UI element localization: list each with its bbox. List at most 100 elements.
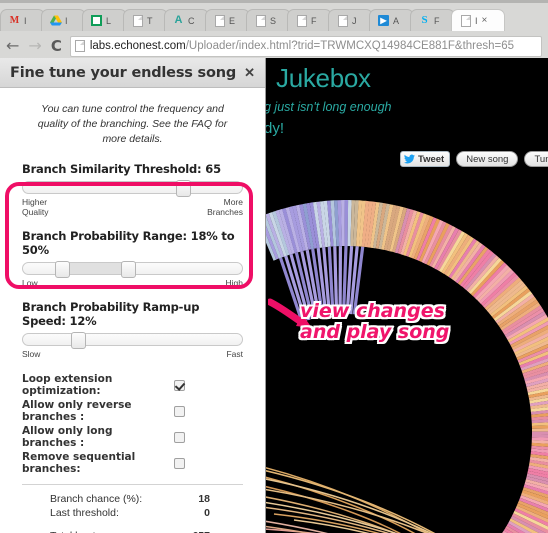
slider-label: Branch Probability Range: 18% to 50% xyxy=(22,229,235,258)
sheets-icon xyxy=(90,14,103,27)
slider-max-label: High xyxy=(225,278,243,289)
skype-icon: S xyxy=(421,14,428,26)
checkbox-row-2[interactable]: Allow only long branches : xyxy=(22,425,243,449)
browser-tab-1[interactable]: I xyxy=(41,9,86,31)
page-title: Jukebox xyxy=(276,63,371,93)
slider-track[interactable] xyxy=(22,332,243,350)
slider-label: Branch Probability Ramp-up Speed: 12% xyxy=(22,300,200,329)
dialog-intro-text: You can tune control the frequency and q… xyxy=(37,103,228,146)
stat-row: Branch chance (%): 18 xyxy=(22,493,243,507)
page-tagline: g just isn't long enough xyxy=(264,100,392,114)
address-bar[interactable]: labs.echonest.com/Uploader/index.html?tr… xyxy=(69,35,542,57)
browser-tab-label: C xyxy=(188,15,195,26)
checkbox-row-3[interactable]: Remove sequential branches: xyxy=(22,451,243,475)
slider-handle-1[interactable] xyxy=(55,261,71,279)
page-icon xyxy=(295,14,308,27)
slider-min-label: Low xyxy=(22,278,38,289)
stat-key: Branch chance (%): xyxy=(50,493,143,506)
slider-track[interactable] xyxy=(22,261,243,279)
divider xyxy=(22,484,243,486)
tune-button[interactable]: Tune xyxy=(524,151,548,167)
checkbox-row-0[interactable]: Loop extension optimization: xyxy=(22,373,243,397)
browser-tab-11[interactable]: I × xyxy=(451,9,505,31)
slider-max-label: Fast xyxy=(226,349,243,360)
slider-handle-1[interactable] xyxy=(175,179,191,197)
checkbox-group: Loop extension optimization: Allow only r… xyxy=(12,373,253,475)
close-tab-icon[interactable]: × xyxy=(482,15,488,26)
page-icon xyxy=(254,14,267,27)
slider-max-label: More Branches xyxy=(207,196,243,217)
blue-app-icon: ▶ xyxy=(377,14,390,27)
page-button-row: Tweet New song Tune xyxy=(400,151,548,167)
browser-tab-6[interactable]: S xyxy=(246,9,291,31)
tweet-button-label: Tweet xyxy=(418,153,445,165)
browser-tab-2[interactable]: L xyxy=(82,9,127,31)
reload-icon[interactable]: C xyxy=(51,38,62,54)
slider-group: Branch Similarity Threshold: 65 Higher Qua… xyxy=(12,162,253,360)
page-icon xyxy=(131,14,144,27)
page-icon xyxy=(213,14,226,27)
checkbox-input[interactable] xyxy=(174,431,185,443)
slider-handle-2[interactable] xyxy=(121,261,137,279)
browser-tab-label: F xyxy=(311,15,317,26)
stat-key: Last threshold: xyxy=(50,507,119,520)
browser-tab-label: F xyxy=(434,15,440,26)
analytics-icon: A xyxy=(174,14,183,26)
annotation-text: view changes and play song xyxy=(298,299,450,345)
slider-track[interactable] xyxy=(22,179,243,197)
slider-branch-probability-range: Branch Probability Range: 18% to 50% Low H… xyxy=(12,229,253,288)
stat-value: 0 xyxy=(204,507,210,520)
page-ready-text: dy! xyxy=(264,120,285,137)
slider-min-label: Higher Quality xyxy=(22,196,49,217)
checkbox-row-1[interactable]: Allow only reverse branches : xyxy=(22,399,243,423)
browser-toolbar: ← → C labs.echonest.com/Uploader/index.h… xyxy=(0,31,548,61)
statistics-list: Branch chance (%):18Last threshold:0Tota… xyxy=(12,493,253,533)
url-text: labs.echonest.com/Uploader/index.html?tr… xyxy=(90,40,514,52)
checkbox-label: Allow only long branches : xyxy=(22,425,113,450)
checkbox-input[interactable] xyxy=(174,379,185,391)
browser-tab-label: A xyxy=(393,15,400,26)
browser-tab-label: E xyxy=(229,15,236,26)
browser-tab-label: I xyxy=(65,15,68,26)
new-song-button[interactable]: New song xyxy=(456,151,519,167)
slider-branch-similarity-threshold: Branch Similarity Threshold: 65 Higher Qua… xyxy=(12,162,253,217)
checkbox-input[interactable] xyxy=(174,457,185,469)
close-icon[interactable]: ✕ xyxy=(242,65,257,81)
browser-tab-5[interactable]: E xyxy=(205,9,250,31)
url-host: labs.echonest.com xyxy=(89,40,186,52)
slider-range-fill xyxy=(62,263,129,275)
browser-tab-label: J xyxy=(352,15,357,26)
browser-tab-8[interactable]: J xyxy=(328,9,373,31)
browser-tab-0[interactable]: MI xyxy=(0,9,45,31)
slider-end-labels: Low High xyxy=(22,278,243,288)
checkbox-label: Remove sequential branches: xyxy=(22,451,136,476)
back-icon[interactable]: ← xyxy=(6,38,19,54)
dialog-header: Fine tune your endless song ✕ xyxy=(0,58,265,88)
page-icon xyxy=(459,14,472,27)
twitter-bird-icon xyxy=(404,154,415,164)
annotation-line-1: view changes xyxy=(298,299,446,324)
stat-value: 18 xyxy=(198,493,210,506)
slider-handle-1[interactable] xyxy=(70,332,86,350)
slider-end-labels: Higher Quality More Branches xyxy=(22,197,243,217)
browser-tab-label: I xyxy=(475,15,478,26)
browser-tab-4[interactable]: AC xyxy=(164,9,209,31)
checkbox-label: Loop extension optimization: xyxy=(22,373,113,398)
url-path: /Uploader/index.html?trid=TRWMCXQ14984CE… xyxy=(185,40,515,52)
browser-window: M I I L T A C E S F J ▶ A S F I × ← → C labs.echonest.co… xyxy=(0,0,548,533)
page-info-icon xyxy=(74,40,85,52)
checkbox-input[interactable] xyxy=(174,405,185,417)
browser-tab-9[interactable]: ▶ A xyxy=(369,9,414,31)
browser-tab-label: I xyxy=(24,15,27,26)
fine-tune-dialog: Fine tune your endless song ✕ You can tu… xyxy=(0,58,266,533)
slider-end-labels: Slow Fast xyxy=(22,349,243,359)
browser-tab-10[interactable]: SF xyxy=(410,9,455,31)
browser-tab-7[interactable]: F xyxy=(287,9,332,31)
tweet-button[interactable]: Tweet xyxy=(400,151,451,167)
slider-label: Branch Similarity Threshold: 65 xyxy=(22,161,221,176)
ring-segment xyxy=(344,199,349,246)
browser-tab-3[interactable]: T xyxy=(123,9,168,31)
tab-strip: M I I L T A C E S F J ▶ A S F I × xyxy=(0,7,548,31)
forward-icon[interactable]: → xyxy=(28,38,41,54)
gmail-icon: M xyxy=(9,14,20,26)
